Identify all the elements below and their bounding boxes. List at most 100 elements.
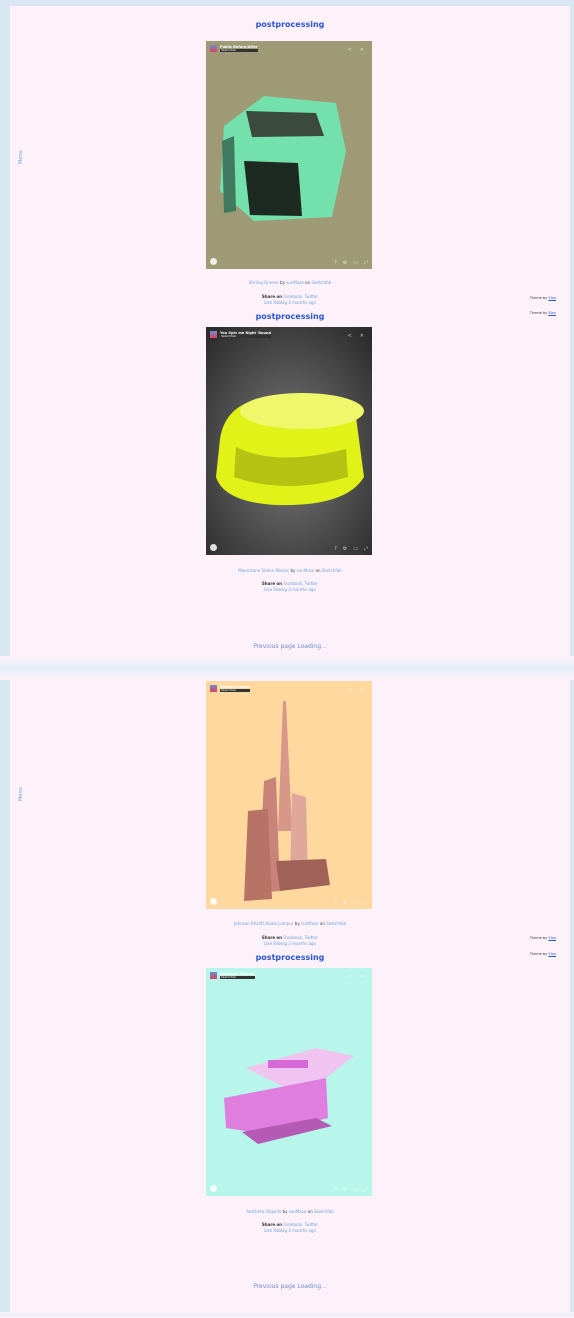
platform-link[interactable]: Sketchfab: [314, 1209, 334, 1214]
post-tag-title[interactable]: postprocessing: [10, 953, 570, 962]
reblog-link[interactable]: Reblog: [273, 941, 287, 946]
model-link[interactable]: Stirling Greene: [249, 280, 279, 285]
viewer-top-controls: < ✕: [348, 47, 364, 53]
previous-page-link[interactable]: Previous page: [253, 1283, 295, 1290]
page-divider: [0, 656, 574, 680]
settings-icon[interactable]: ⚙: [343, 900, 347, 906]
help-icon[interactable]: ?: [334, 1187, 337, 1193]
sketchfab-viewer[interactable]: Khalifa Lumpur Sketchfab < ✕ ? ⚙ ▭ ⤢: [206, 681, 372, 909]
reblog-link[interactable]: Reblog: [273, 1228, 287, 1233]
model-scene-towers: [206, 681, 372, 909]
settings-icon[interactable]: ⚙: [343, 546, 347, 552]
post-meta: Like Reblog 2 months ago: [10, 587, 570, 592]
share-icon[interactable]: <: [348, 687, 352, 693]
author-avatar: [210, 331, 217, 338]
sketchfab-logo-icon[interactable]: [210, 898, 217, 905]
close-icon[interactable]: ✕: [360, 974, 364, 980]
close-icon[interactable]: ✕: [360, 333, 364, 339]
viewer-top-controls: < ✕: [348, 687, 364, 693]
sketchfab-logo-icon[interactable]: [210, 258, 217, 265]
viewer-bottom-controls: ? ⚙ ▭ ⤢: [334, 546, 368, 552]
model-caption: Johnson Khalifa Kuala Lumpur by sunMaze …: [233, 921, 347, 926]
mosaic-top: [240, 393, 364, 429]
author-link[interactable]: sunMaze: [286, 280, 304, 285]
settings-icon[interactable]: ⚙: [343, 1187, 347, 1193]
settings-icon[interactable]: ⚙: [343, 260, 347, 266]
theme-author-link[interactable]: Elon: [548, 936, 556, 940]
share-links[interactable]: Facebook, Twitter: [283, 581, 318, 586]
fullscreen-icon[interactable]: ⤢: [364, 546, 368, 552]
viewer-subtitle: Sketchfab: [220, 976, 255, 979]
like-link[interactable]: Like: [264, 587, 272, 592]
previous-page-link[interactable]: Previous page: [253, 643, 295, 650]
share-row: Share on Facebook, Twitter: [261, 294, 319, 299]
help-icon[interactable]: ?: [334, 546, 337, 552]
post-time[interactable]: 2 months ago: [288, 587, 316, 592]
theme-author-link[interactable]: Elon: [548, 296, 556, 300]
pagination: Previous page Loading...: [10, 643, 570, 650]
like-link[interactable]: Like: [264, 1228, 272, 1233]
post-tag-title[interactable]: postprocessing: [10, 20, 570, 29]
front-tower: [244, 809, 272, 901]
sketchfab-viewer[interactable]: Aesthetic Objects Sketchfab < ✕ ? ⚙ ▭ ⤢: [206, 968, 372, 1196]
help-icon[interactable]: ?: [334, 900, 337, 906]
model-caption: Moonstone Stolen Mosaic by sunMaze on Sk…: [238, 568, 342, 573]
menu-link[interactable]: Menu: [18, 150, 24, 164]
platform-link[interactable]: Sketchfab: [311, 280, 331, 285]
sketchfab-viewer[interactable]: You Spin me Right 'Round Sketchfab < ✕ ?…: [206, 327, 372, 555]
building-side: [222, 136, 236, 213]
fullscreen-icon[interactable]: ⤢: [364, 260, 368, 266]
share-icon[interactable]: <: [348, 974, 352, 980]
loading-text: Loading...: [297, 1283, 327, 1290]
model-link[interactable]: Aesthetic Objects: [246, 1209, 281, 1214]
post-time[interactable]: 2 months ago: [288, 300, 316, 305]
post-meta: Like Reblog 2 months ago: [10, 941, 570, 946]
post-time[interactable]: 2 months ago: [288, 941, 316, 946]
viewer-header: Aesthetic Objects Sketchfab: [210, 972, 255, 979]
share-icon[interactable]: <: [348, 47, 352, 53]
model-link[interactable]: Moonstone Stolen Mosaic: [238, 568, 289, 573]
fullscreen-icon[interactable]: ⤢: [364, 900, 368, 906]
object-steps: [268, 1060, 308, 1068]
vr-icon[interactable]: ▭: [353, 1187, 358, 1193]
author-avatar: [210, 685, 217, 692]
vr-icon[interactable]: ▭: [353, 260, 358, 266]
viewer-subtitle: Sketchfab: [220, 335, 271, 338]
help-icon[interactable]: ?: [334, 260, 337, 266]
sketchfab-logo-icon[interactable]: [210, 544, 217, 551]
post-time[interactable]: 2 months ago: [288, 1228, 316, 1233]
close-icon[interactable]: ✕: [360, 47, 364, 53]
post-meta: Like Reblog 2 months ago: [10, 1228, 570, 1233]
share-icon[interactable]: <: [348, 333, 352, 339]
like-link[interactable]: Like: [264, 300, 272, 305]
model-link[interactable]: Johnson Khalifa Kuala Lumpur: [234, 921, 294, 926]
like-link[interactable]: Like: [264, 941, 272, 946]
theme-credit: Theme by Elon: [529, 296, 556, 300]
menu-link[interactable]: Menu: [18, 787, 24, 801]
fullscreen-icon[interactable]: ⤢: [364, 1187, 368, 1193]
platform-link[interactable]: Sketchfab: [322, 568, 342, 573]
pagination: Previous page Loading...: [10, 1283, 570, 1290]
viewer-subtitle: Sketchfab: [220, 49, 258, 52]
model-scene-objects: [206, 968, 372, 1196]
building-shadow: [244, 161, 302, 216]
share-row: Share on Facebook, Twitter: [261, 935, 319, 940]
share-links[interactable]: Facebook, Twitter: [283, 294, 318, 299]
author-link[interactable]: sunMaze: [289, 1209, 307, 1214]
post-tag-title[interactable]: postprocessing: [10, 312, 570, 321]
sketchfab-viewer[interactable]: Public Before/After Sketchfab < ✕ ? ⚙ ▭ …: [206, 41, 372, 269]
share-links[interactable]: Facebook, Twitter: [283, 1222, 318, 1227]
author-link[interactable]: sunMaze: [301, 921, 319, 926]
vr-icon[interactable]: ▭: [353, 546, 358, 552]
viewer-top-controls: < ✕: [348, 974, 364, 980]
author-avatar: [210, 45, 217, 52]
share-links[interactable]: Facebook, Twitter: [283, 935, 318, 940]
vr-icon[interactable]: ▭: [353, 900, 358, 906]
platform-link[interactable]: Sketchfab: [326, 921, 346, 926]
author-link[interactable]: sunMaze: [297, 568, 315, 573]
model-scene-mosaic: [206, 327, 372, 555]
sketchfab-logo-icon[interactable]: [210, 1185, 217, 1192]
close-icon[interactable]: ✕: [360, 687, 364, 693]
reblog-link[interactable]: Reblog: [273, 587, 287, 592]
reblog-link[interactable]: Reblog: [273, 300, 287, 305]
